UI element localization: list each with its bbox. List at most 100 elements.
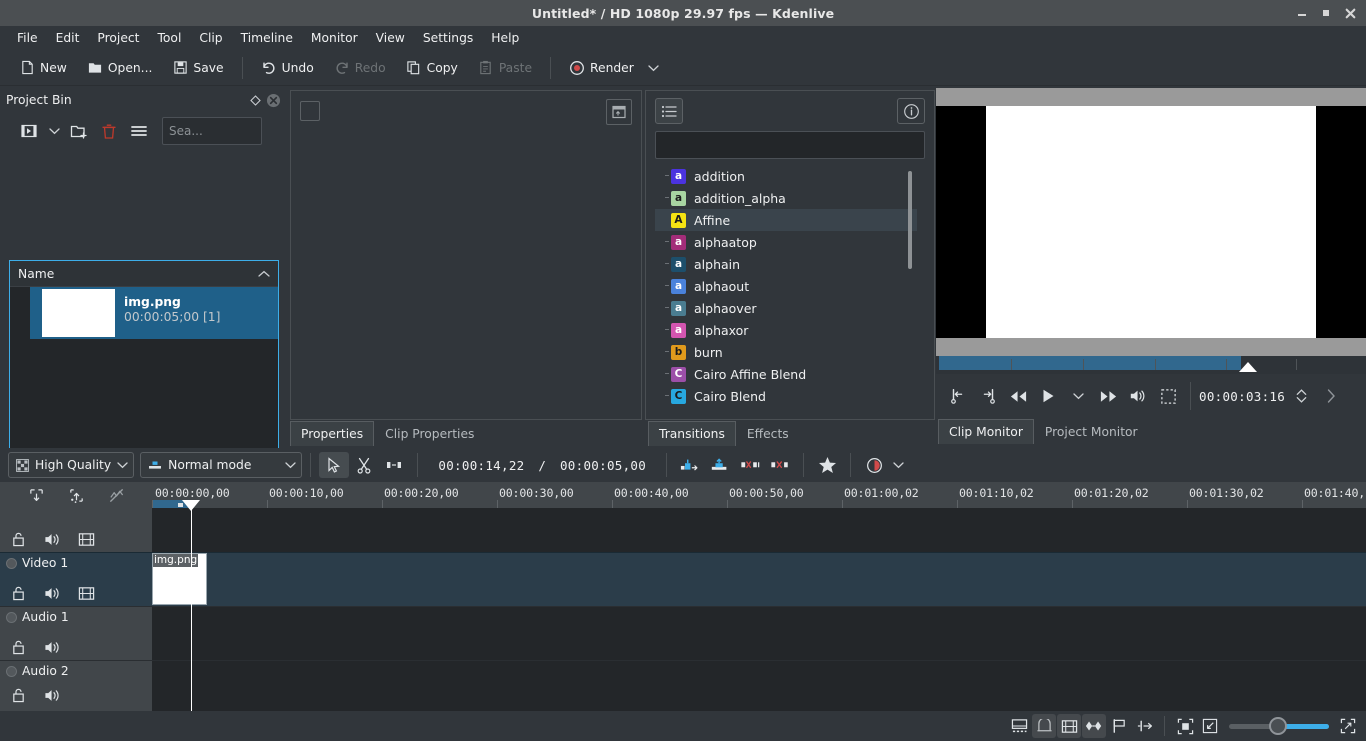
bin-column-header[interactable]: Name [10,261,278,287]
transition-item[interactable]: a alphain [655,253,917,275]
track-header-video-1[interactable]: Video 1 [0,552,152,606]
track-header-audio-1[interactable]: Audio 1 [0,606,152,660]
menu-project[interactable]: Project [88,28,148,48]
thumbnails-icon[interactable] [1057,714,1081,738]
track-body-master[interactable] [152,508,1366,552]
markers-flag-icon[interactable] [1107,714,1131,738]
properties-options-icon[interactable] [606,99,632,125]
properties-checkbox[interactable] [300,101,320,121]
timecode-spinner-icon[interactable] [1287,382,1315,410]
mix-clip-icon[interactable] [1132,714,1156,738]
menu-monitor[interactable]: Monitor [302,28,367,48]
razor-tool-icon[interactable] [349,452,379,478]
transition-item[interactable]: b burn [655,341,917,363]
timeline-clip[interactable]: img.png [152,553,207,605]
tab-project-monitor[interactable]: Project Monitor [1033,419,1149,444]
audio-thumbnails-icon[interactable] [1082,714,1106,738]
track-body-audio-2[interactable] [152,660,1366,711]
monitor-zone-bar[interactable] [939,356,1241,370]
zoom-fit-icon[interactable] [1336,714,1360,738]
transition-item-selected[interactable]: A Affine [655,209,917,231]
lock-icon[interactable] [8,685,28,705]
transitions-list[interactable]: a addition a addition_alpha A Affine a a… [655,165,917,413]
audio-icon[interactable] [42,529,62,549]
menu-settings[interactable]: Settings [414,28,482,48]
menu-file[interactable]: File [8,28,47,48]
undo-button[interactable]: Undo [252,56,323,80]
float-panel-icon[interactable] [246,91,264,109]
add-clip-chevron-down-icon[interactable] [44,118,64,144]
show-info-icon[interactable] [897,98,925,124]
play-icon[interactable] [1034,382,1062,410]
video-icon[interactable] [76,529,96,549]
tab-effects[interactable]: Effects [735,421,800,446]
timeline-preview-chevron-down-icon[interactable] [889,454,907,476]
video-icon[interactable] [76,583,96,603]
audio-icon[interactable] [42,637,62,657]
track-enable-toggle[interactable] [6,557,17,569]
extract-zone-icon[interactable] [735,452,765,478]
insert-track-icon[interactable] [26,485,46,505]
select-tool-icon[interactable] [319,452,350,478]
set-zone-out-icon[interactable] [974,382,1002,410]
track-enable-toggle[interactable] [6,611,17,623]
mix-disabled-icon[interactable] [106,485,126,505]
timeline-preview-icon[interactable] [859,452,889,478]
set-zone-in-icon[interactable] [944,382,972,410]
minimize-icon[interactable] [1290,0,1314,26]
bin-menu-button[interactable] [124,118,154,144]
fit-zoom-icon[interactable] [1173,714,1197,738]
transition-item[interactable]: C Cairo Affine Blend [655,363,917,385]
monitor-playhead[interactable] [1239,362,1257,372]
track-header-audio-2[interactable]: Audio 2 [0,660,152,711]
bin-search-input[interactable]: Sea... [162,117,262,145]
menu-tool[interactable]: Tool [148,28,190,48]
timeline-position-timecode[interactable]: 00:00:14,22 / 00:00:05,00 [438,458,646,473]
transition-item[interactable]: C Cairo Blend [655,385,917,407]
zoom-out-icon[interactable] [1198,714,1222,738]
track-header-master[interactable] [0,508,152,552]
render-button[interactable]: Render [560,56,643,80]
snap-icon[interactable] [1032,714,1056,738]
add-clip-button[interactable] [14,118,44,144]
sort-ascending-chevron-up-icon[interactable] [258,270,270,278]
zone-select-icon[interactable] [1154,382,1182,410]
monitor-timecode[interactable]: 00:00:03:16 [1199,389,1285,404]
transition-item[interactable]: a alphaover [655,297,917,319]
zoom-slider[interactable] [1229,714,1329,738]
tab-clip-monitor[interactable]: Clip Monitor [938,419,1034,444]
close-panel-icon[interactable] [264,91,282,109]
menu-edit[interactable]: Edit [47,28,89,48]
maximize-icon[interactable] [1314,0,1338,26]
rewind-icon[interactable] [1004,382,1032,410]
tab-properties[interactable]: Properties [290,421,375,446]
add-folder-button[interactable] [64,118,94,144]
menu-help[interactable]: Help [482,28,528,48]
monitor-seek-ruler[interactable] [936,356,1366,374]
quality-chevron-down-icon[interactable] [117,461,128,469]
transition-item[interactable]: a alphaatop [655,231,917,253]
save-button[interactable]: Save [163,56,232,80]
menu-clip[interactable]: Clip [190,28,231,48]
menu-timeline[interactable]: Timeline [232,28,302,48]
monitor-video-view[interactable] [936,88,1366,356]
transition-item[interactable]: a addition_alpha [655,187,917,209]
volume-icon[interactable] [1124,382,1152,410]
copy-button[interactable]: Copy [397,56,467,80]
timeline-playhead[interactable] [182,500,200,711]
transition-item[interactable]: a alphaxor [655,319,917,341]
zoom-slider-knob[interactable] [1269,717,1287,735]
track-body-audio-1[interactable] [152,606,1366,660]
lift-zone-icon[interactable] [765,452,795,478]
timeline-ruler[interactable]: 00:00:00,00 00:00:10,00 00:00:20,00 00:0… [152,482,1366,509]
favorite-effects-star-icon[interactable] [812,452,842,478]
track-enable-toggle[interactable] [6,665,17,677]
overwrite-zone-icon[interactable] [705,452,735,478]
preview-quality-combo[interactable]: High Quality [8,452,135,478]
lock-icon[interactable] [8,583,28,603]
forward-icon[interactable] [1094,382,1122,410]
edit-mode-combo[interactable]: Normal mode [140,452,303,478]
bin-clip-row[interactable]: img.png 00:00:05;00 [1] [10,287,278,339]
timeline-markers-icon[interactable] [1007,714,1031,738]
delete-clip-button[interactable] [94,118,124,144]
